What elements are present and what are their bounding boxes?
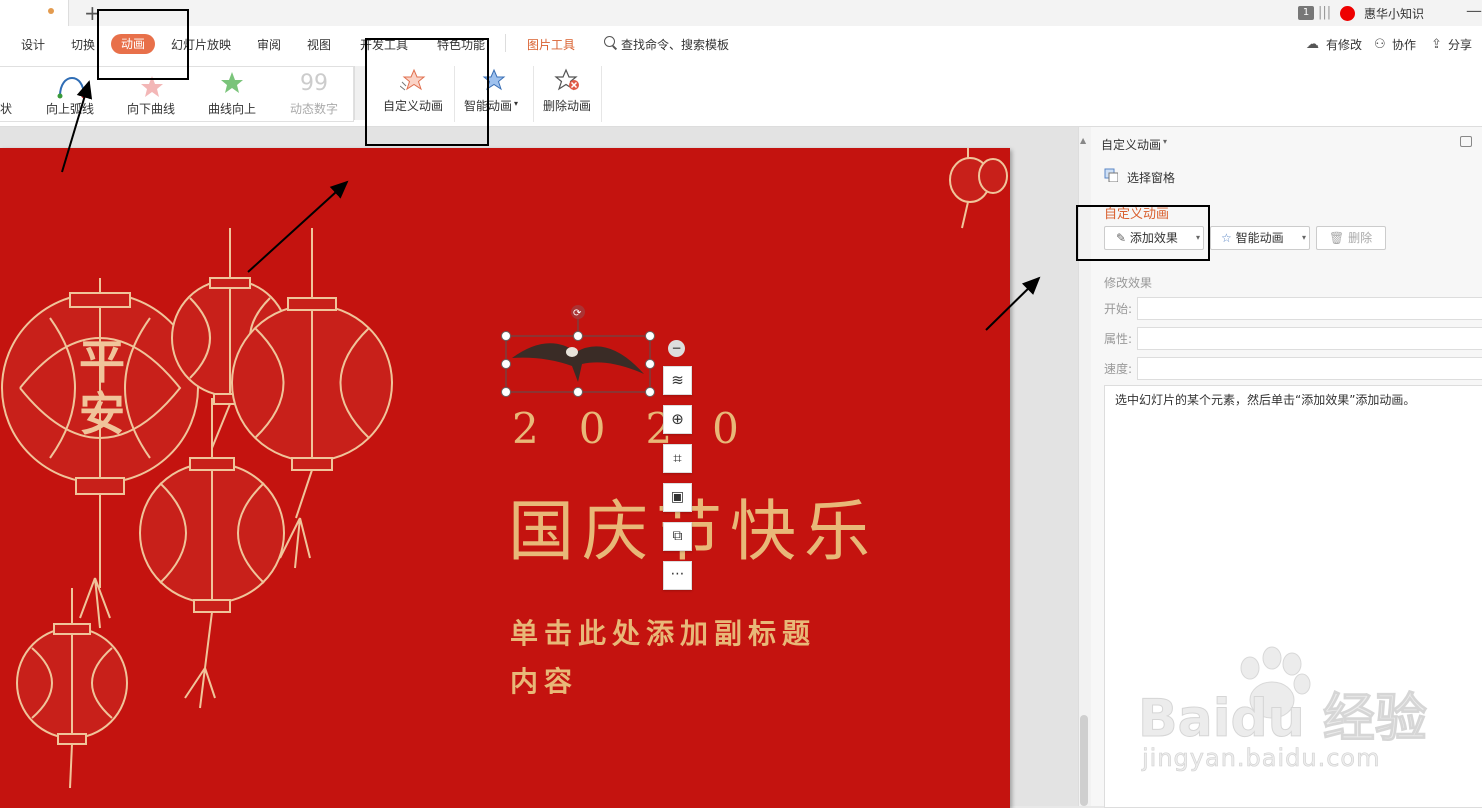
cloud-icon: ☁	[1306, 37, 1319, 52]
slide-year[interactable]: 2020	[512, 404, 779, 453]
svg-text:⟳: ⟳	[573, 308, 582, 319]
select-pane-button[interactable]: 选择窗格	[1127, 169, 1175, 186]
gallery-item-curve-down[interactable]: 向下曲线	[127, 100, 175, 117]
chevron-down-icon[interactable]: ▾	[1302, 227, 1306, 249]
zoom-icon[interactable]: ⊕	[663, 405, 692, 434]
collaborate-button[interactable]: 协作	[1392, 36, 1416, 53]
watermark: Baidu 经验 jingyan.baidu.com	[1138, 640, 1482, 780]
arc-up-icon	[59, 77, 85, 97]
layers-icon[interactable]: ≋	[663, 366, 692, 395]
gallery-scrollbar[interactable]	[354, 66, 365, 120]
delete-button[interactable]: 🗑 删除	[1316, 226, 1386, 250]
page-count-badge[interactable]: 1	[1298, 6, 1314, 20]
pane-title[interactable]: 自定义动画	[1101, 136, 1161, 153]
property-select[interactable]	[1137, 327, 1482, 350]
highlight-box-ribbon	[365, 38, 489, 146]
picture-icon[interactable]: ▣	[663, 483, 692, 512]
modified-button[interactable]: 有修改	[1326, 36, 1362, 53]
menu-divider	[505, 34, 506, 52]
start-select[interactable]	[1137, 297, 1482, 320]
search-icon[interactable]	[604, 36, 615, 47]
menu-design[interactable]: 设计	[21, 36, 45, 53]
speed-select[interactable]	[1137, 357, 1482, 380]
document-tab[interactable]	[0, 0, 69, 26]
separator: |||	[1318, 5, 1332, 20]
convert-icon[interactable]: ⧉	[663, 522, 692, 551]
watermark-brand: Baidu 经验	[1138, 689, 1428, 750]
gallery-item-shape[interactable]: 状	[0, 100, 12, 117]
more-icon[interactable]: ⋯	[663, 561, 692, 590]
highlight-box-menu	[97, 9, 189, 80]
delete-animation-icon	[554, 68, 579, 91]
delete-label: 删除	[1348, 231, 1373, 245]
start-label: 开始:	[1104, 302, 1133, 316]
smart-animation-label: 智能动画	[1235, 231, 1284, 245]
chevron-down-icon[interactable]: ▾	[1163, 137, 1167, 146]
title-bar	[0, 0, 1482, 27]
crop-icon[interactable]: ⌗	[663, 444, 692, 473]
menu-view[interactable]: 视图	[307, 36, 331, 53]
ribbon-divider	[601, 66, 602, 122]
ribbon-divider	[533, 66, 534, 122]
gallery-item-arc-up[interactable]: 向上弧线	[46, 100, 94, 117]
scroll-up-icon[interactable]: ▲	[1080, 136, 1086, 145]
selected-image[interactable]: ⟳	[498, 302, 658, 402]
slide-subtitle-line2[interactable]: 内容	[510, 660, 578, 700]
share-button[interactable]: 分享	[1448, 36, 1472, 53]
property-label: 属性:	[1104, 332, 1133, 346]
menu-transition[interactable]: 切换	[71, 36, 95, 53]
scroll-thumb[interactable]	[1080, 715, 1088, 806]
avatar[interactable]	[1340, 6, 1355, 21]
star-icon: ☆	[1221, 231, 1232, 245]
chevron-down-icon[interactable]: ▾	[514, 99, 518, 108]
minimize-button[interactable]: —	[1466, 1, 1482, 20]
curve-up-icon	[221, 72, 243, 93]
menu-picture-tools[interactable]: 图片工具	[527, 36, 575, 53]
lock-icon[interactable]	[1460, 136, 1472, 147]
collapse-icon[interactable]: −	[668, 340, 685, 357]
modify-effect-heading: 修改效果	[1104, 276, 1153, 290]
dynamic-number-icon: 99	[300, 71, 328, 96]
collaborate-icon: ⚇	[1374, 37, 1386, 52]
select-pane-icon	[1104, 168, 1118, 182]
user-name[interactable]: 惠华小知识	[1364, 5, 1424, 22]
share-icon: ⇪	[1431, 37, 1442, 52]
smart-animation-pane-button[interactable]: ☆ 智能动画 ▾	[1210, 226, 1310, 250]
lantern-text: 平安	[79, 335, 125, 441]
trash-icon: 🗑	[1329, 231, 1345, 245]
hint-text: 选中幻灯片的某个元素，然后单击“添加效果”添加动画。	[1115, 393, 1416, 407]
unsaved-dot-icon	[48, 8, 54, 14]
gallery-item-curve-up[interactable]: 曲线向上	[208, 100, 256, 117]
delete-animation-button[interactable]: 删除动画	[543, 97, 591, 114]
slide-subtitle[interactable]: 单击此处添加副标题	[510, 612, 816, 652]
highlight-box-pane	[1076, 205, 1210, 261]
speed-label: 速度:	[1104, 362, 1133, 376]
watermark-url: jingyan.baidu.com	[1142, 744, 1381, 773]
menu-review[interactable]: 审阅	[257, 36, 281, 53]
search-command[interactable]: 查找命令、搜索模板	[621, 36, 729, 53]
gallery-item-dynamic-number[interactable]: 动态数字	[290, 100, 338, 117]
slide-title[interactable]: 国庆节快乐	[508, 478, 878, 574]
